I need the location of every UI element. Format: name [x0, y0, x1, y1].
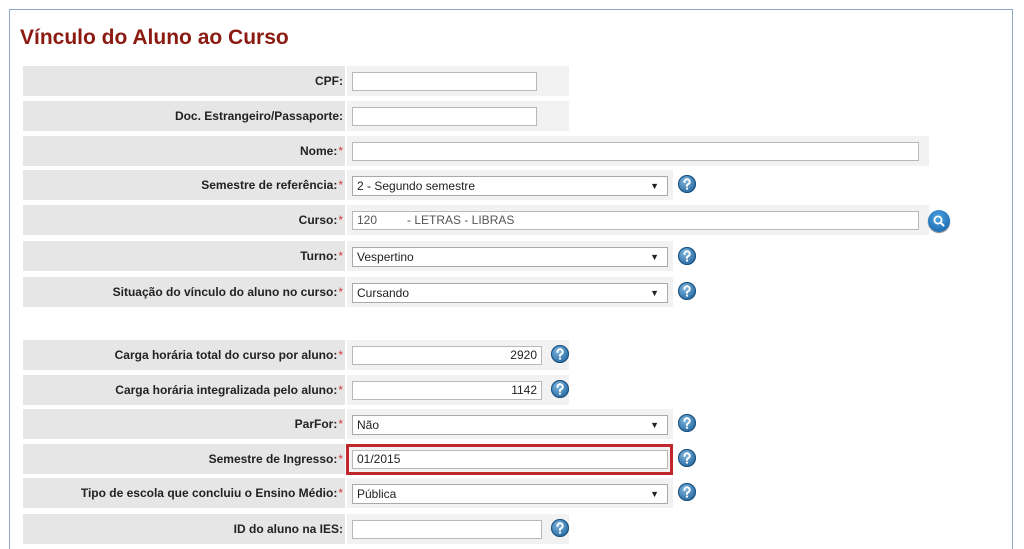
carga-total-input[interactable]: 2920 — [352, 346, 542, 365]
required-marker: * — [338, 486, 343, 500]
nome-label: Nome:* — [23, 136, 345, 166]
help-icon[interactable] — [678, 414, 696, 432]
help-icon[interactable] — [678, 175, 696, 193]
id-aluno-label: ID do aluno na IES: — [23, 514, 345, 544]
turno-select[interactable]: Vespertino ▼ — [352, 247, 668, 267]
curso-input[interactable]: 120 - LETRAS - LIBRAS — [352, 211, 919, 230]
help-icon[interactable] — [551, 380, 569, 398]
search-icon — [933, 215, 945, 227]
tipo-escola-select[interactable]: Pública ▼ — [352, 484, 668, 504]
required-marker: * — [338, 249, 343, 263]
parfor-label: ParFor:* — [23, 409, 345, 439]
dropdown-arrow-icon: ▼ — [650, 252, 659, 262]
turno-label: Turno:* — [23, 241, 345, 271]
id-aluno-cell — [347, 514, 569, 544]
situacao-select[interactable]: Cursando ▼ — [352, 283, 668, 303]
page-title: Vínculo do Aluno ao Curso — [20, 26, 289, 49]
curso-name: - LETRAS - LIBRAS — [407, 213, 515, 227]
required-marker: * — [338, 383, 343, 397]
help-icon[interactable] — [678, 282, 696, 300]
dropdown-arrow-icon: ▼ — [650, 489, 659, 499]
help-icon[interactable] — [678, 449, 696, 467]
nome-cell — [347, 136, 929, 166]
doc-label: Doc. Estrangeiro/Passaporte: — [23, 101, 345, 131]
tipo-escola-cell: Pública ▼ — [347, 478, 673, 508]
required-marker: * — [338, 452, 343, 466]
carga-integralizada-input[interactable]: 1142 — [352, 381, 542, 400]
required-marker: * — [338, 348, 343, 362]
cpf-cell — [347, 66, 569, 96]
help-icon[interactable] — [551, 345, 569, 363]
required-marker: * — [338, 417, 343, 431]
required-marker: * — [338, 144, 343, 158]
doc-cell — [347, 101, 569, 131]
required-marker: * — [338, 178, 343, 192]
cpf-input[interactable] — [352, 72, 537, 91]
semestre-referencia-label: Semestre de referência:* — [23, 170, 345, 200]
semestre-referencia-cell: 2 - Segundo semestre ▼ — [347, 170, 673, 200]
required-marker: * — [338, 213, 343, 227]
parfor-select[interactable]: Não ▼ — [352, 415, 668, 435]
highlight-box — [346, 444, 673, 475]
doc-input[interactable] — [352, 107, 537, 126]
turno-cell: Vespertino ▼ — [347, 241, 673, 271]
dropdown-arrow-icon: ▼ — [650, 420, 659, 430]
situacao-cell: Cursando ▼ — [347, 277, 673, 307]
dropdown-arrow-icon: ▼ — [650, 181, 659, 191]
cpf-label: CPF: — [23, 66, 345, 96]
curso-code: 120 — [357, 213, 378, 227]
tipo-escola-label: Tipo de escola que concluiu o Ensino Méd… — [23, 478, 345, 508]
carga-total-cell: 2920 — [347, 340, 569, 370]
required-marker: * — [338, 285, 343, 299]
parfor-cell: Não ▼ — [347, 409, 673, 439]
id-aluno-input[interactable] — [352, 520, 542, 539]
search-course-button[interactable] — [928, 210, 950, 232]
help-icon[interactable] — [551, 519, 569, 537]
help-icon[interactable] — [678, 483, 696, 501]
carga-integralizada-label: Carga horária integralizada pelo aluno:* — [23, 375, 345, 405]
semestre-referencia-select[interactable]: 2 - Segundo semestre ▼ — [352, 176, 668, 196]
carga-total-label: Carga horária total do curso por aluno:* — [23, 340, 345, 370]
help-icon[interactable] — [678, 247, 696, 265]
semestre-ingresso-label: Semestre de Ingresso:* — [23, 444, 345, 474]
carga-integralizada-cell: 1142 — [347, 375, 569, 405]
situacao-label: Situação do vínculo do aluno no curso:* — [23, 277, 345, 307]
curso-cell: 120 - LETRAS - LIBRAS — [347, 205, 929, 235]
curso-label: Curso:* — [23, 205, 345, 235]
nome-input[interactable] — [352, 142, 919, 161]
dropdown-arrow-icon: ▼ — [650, 288, 659, 298]
